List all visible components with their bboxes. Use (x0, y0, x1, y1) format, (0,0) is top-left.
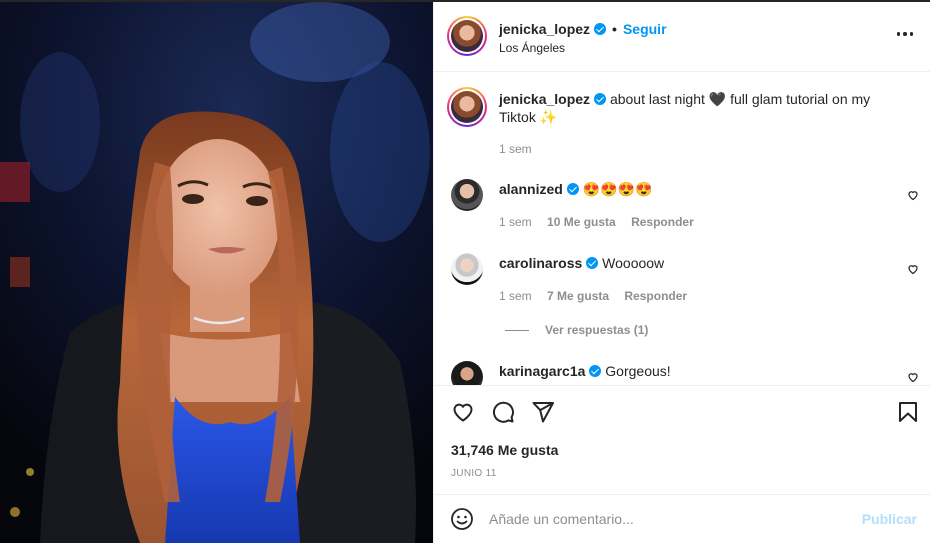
follow-button[interactable]: Seguir (623, 21, 667, 37)
caption-username[interactable]: jenicka_lopez (499, 91, 590, 107)
comment-row: alannized 😍😍😍😍 (499, 180, 909, 198)
comment-meta: 1 sem 10 Me gusta Responder (499, 215, 694, 229)
author-username[interactable]: jenicka_lopez (499, 21, 590, 37)
verified-badge-icon (594, 23, 607, 35)
verified-badge-icon (586, 257, 599, 269)
emoji-picker-icon[interactable] (450, 507, 474, 531)
comment-time[interactable]: 1 sem (499, 215, 532, 229)
caption-text: jenicka_lopez about last night 🖤 full gl… (499, 90, 909, 126)
comment-input[interactable] (489, 507, 849, 531)
like-heart-icon[interactable] (451, 400, 475, 424)
post-header: jenicka_lopez • Seguir Los Ángeles (434, 2, 930, 72)
caption-part1: about last night (609, 91, 705, 107)
replies-divider-line (505, 329, 529, 331)
caption-time[interactable]: 1 sem (499, 142, 532, 156)
post-side-panel: jenicka_lopez • Seguir Los Ángeles jenic… (433, 2, 930, 543)
comment-bubble-icon[interactable] (491, 400, 515, 424)
comment-likes[interactable]: 10 Me gusta (547, 215, 616, 229)
reply-button[interactable]: Responder (631, 215, 694, 229)
black-heart-emoji: 🖤 (708, 91, 727, 107)
comment-username[interactable]: karinagarc1a (499, 363, 585, 379)
comment-row: carolinaross Wooooow (499, 254, 909, 272)
verified-badge-icon (589, 365, 602, 377)
reply-button[interactable]: Responder (624, 289, 687, 303)
sparkles-emoji: ✨ (539, 109, 558, 125)
author-line: jenicka_lopez • Seguir (499, 21, 667, 37)
share-paper-plane-icon[interactable] (531, 400, 555, 424)
author-avatar[interactable] (447, 16, 487, 56)
post-photo[interactable] (0, 2, 433, 543)
comment-text: 😍😍😍😍 (582, 181, 653, 197)
comment-time[interactable]: 1 sem (499, 289, 532, 303)
publish-button[interactable]: Publicar (862, 511, 917, 527)
view-replies-label: Ver respuestas (1) (545, 323, 649, 337)
add-comment-section: Publicar (434, 494, 930, 543)
comment-avatar[interactable] (451, 253, 483, 285)
likes-count[interactable]: 31,746 Me gusta (451, 442, 558, 458)
like-comment-heart-icon[interactable] (907, 263, 919, 275)
verified-badge-icon (566, 183, 579, 195)
comment-meta: 1 sem 7 Me gusta Responder (499, 289, 687, 303)
comment-username[interactable]: carolinaross (499, 255, 582, 271)
post-date[interactable]: JUNIO 11 (451, 468, 497, 479)
post-location[interactable]: Los Ángeles (499, 41, 565, 55)
comment-likes[interactable]: 7 Me gusta (547, 289, 609, 303)
post-actions: 31,746 Me gusta JUNIO 11 (434, 385, 930, 494)
caption-part2: full glam tutorial on my (730, 91, 871, 107)
caption-line2: Tiktok (499, 109, 536, 125)
verified-badge-icon (594, 93, 607, 105)
portrait-image (0, 2, 433, 543)
more-options-icon[interactable] (893, 28, 917, 40)
view-replies-button[interactable]: Ver respuestas (1) (505, 323, 648, 337)
comment-avatar[interactable] (451, 361, 483, 385)
comment-avatar[interactable] (451, 179, 483, 211)
comment-text: Gorgeous! (605, 363, 671, 379)
comments-list[interactable]: jenicka_lopez about last night 🖤 full gl… (434, 73, 930, 385)
comment-text: Wooooow (602, 255, 665, 271)
comment-row: karinagarc1a Gorgeous! (499, 362, 909, 380)
comment-username[interactable]: alannized (499, 181, 563, 197)
save-bookmark-icon[interactable] (896, 400, 920, 424)
separator-dot: • (612, 21, 617, 37)
caption-author-avatar[interactable] (447, 87, 487, 127)
like-comment-heart-icon[interactable] (907, 189, 919, 201)
like-comment-heart-icon[interactable] (907, 371, 919, 383)
